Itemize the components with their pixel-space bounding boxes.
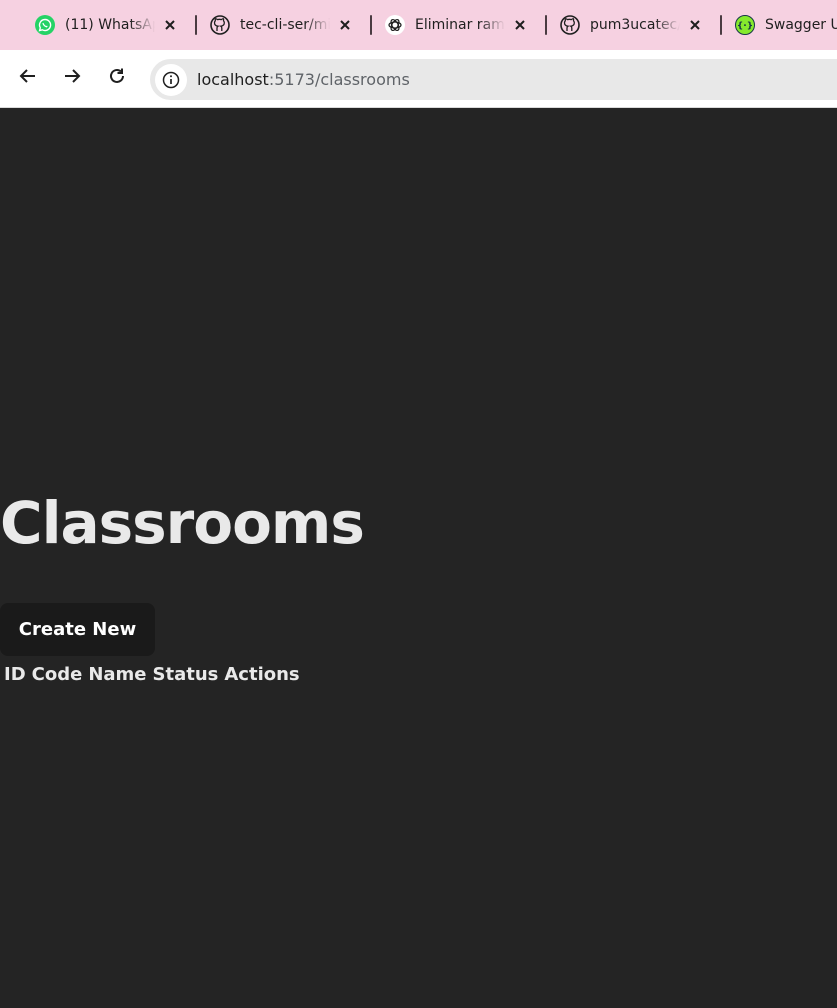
tab-separator [195,15,197,35]
forward-button[interactable] [57,63,87,93]
page-title: Classrooms [0,489,365,557]
url-text[interactable]: localhost:5173/classrooms [197,70,410,89]
url-path: :5173/classrooms [268,70,410,89]
table-header-row: ID Code Name Status Actions [4,664,300,685]
tab-whatsapp[interactable]: (11) WhatsApp [35,8,179,42]
tab-title: Swagger UI [765,17,837,33]
arrow-right-icon [63,67,81,89]
close-icon[interactable] [686,16,704,34]
close-icon[interactable] [511,16,529,34]
tab-title: (11) WhatsApp [65,17,155,33]
column-header-name: Name [88,664,147,685]
back-button[interactable] [13,63,43,93]
column-header-status: Status [152,664,219,685]
close-icon[interactable] [161,16,179,34]
tab-separator [370,15,372,35]
tab-title: pum3ucatec/ [590,17,680,33]
tab-separator [720,15,722,35]
reload-button[interactable] [102,63,132,93]
tab-title: Eliminar rama [415,17,505,33]
arrow-left-icon [19,67,37,89]
openai-icon [385,15,405,35]
browser-toolbar: localhost:5173/classrooms [0,50,837,108]
column-header-code: Code [31,664,83,685]
github-icon [560,15,580,35]
tab-swagger-ui[interactable]: {·} Swagger UI [735,8,837,42]
tab-title: tec-cli-ser/mi [240,17,330,33]
column-header-actions: Actions [224,664,300,685]
tab-separator [545,15,547,35]
create-new-button[interactable]: Create New [0,603,155,656]
column-header-id: ID [4,664,26,685]
svg-text:{·}: {·} [738,22,752,32]
address-bar[interactable]: localhost:5173/classrooms [150,59,837,100]
swagger-icon: {·} [735,15,755,35]
browser-tab-strip: (11) WhatsApp tec-cli-ser/mi Eliminar ra… [0,0,837,50]
tab-github-pum3ucatec[interactable]: pum3ucatec/ [560,8,704,42]
github-icon [210,15,230,35]
tab-github-tec-cli-ser[interactable]: tec-cli-ser/mi [210,8,354,42]
tab-chatgpt-eliminar-rama[interactable]: Eliminar rama [385,8,529,42]
whatsapp-icon [35,15,55,35]
info-icon[interactable] [155,63,187,96]
reload-icon [108,67,126,89]
close-icon[interactable] [336,16,354,34]
url-host: localhost [197,70,269,89]
page-content: Classrooms Create New ID Code Name Statu… [0,109,837,1008]
